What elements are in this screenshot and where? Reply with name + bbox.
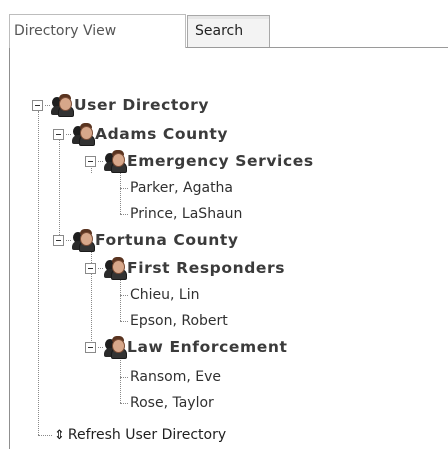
directory-tree: User Directory Adams County Emergency Se… (0, 0, 448, 449)
tree-connector (120, 355, 121, 403)
user-name: Ransom, Eve (130, 369, 222, 385)
tree-node-user-directory[interactable]: User Directory (32, 93, 209, 117)
tree-connector (38, 111, 39, 435)
tree-leaf-user[interactable]: Rose, Taylor (130, 391, 214, 415)
tree-node-label: Fortuna County (95, 231, 239, 249)
users-icon (72, 229, 95, 252)
tree-connector (98, 160, 103, 162)
tree-leaf-user[interactable]: Epson, Robert (130, 309, 228, 333)
collapse-toggle-icon[interactable] (32, 99, 43, 111)
tree-node-first-responders[interactable]: First Responders (85, 256, 285, 280)
user-name: Epson, Robert (130, 313, 228, 329)
tree-node-label: Law Enforcement (127, 338, 288, 356)
collapse-toggle-icon[interactable] (53, 234, 64, 246)
tree-connector (38, 435, 52, 436)
tree-leaf-user[interactable]: Chieu, Lin (130, 283, 200, 307)
users-icon (72, 123, 95, 146)
tree-connector (120, 279, 121, 321)
user-name: Rose, Taylor (130, 395, 214, 411)
tree-leaf-user[interactable]: Ransom, Eve (130, 365, 221, 389)
tree-connector (120, 188, 128, 189)
tree-connector (45, 104, 50, 106)
tree-node-label: Emergency Services (127, 152, 314, 170)
tree-node-fortuna-county[interactable]: Fortuna County (53, 228, 239, 252)
collapse-toggle-icon[interactable] (85, 341, 96, 353)
users-icon (104, 150, 127, 173)
tree-leaf-user[interactable]: Prince, LaShaun (130, 202, 242, 226)
tree-node-label: Adams County (95, 125, 229, 143)
users-icon (104, 257, 127, 280)
tree-node-label: User Directory (74, 96, 210, 114)
tree-connector (59, 137, 60, 241)
collapse-toggle-icon[interactable] (53, 128, 64, 140)
users-icon (51, 94, 74, 117)
up-down-arrow-icon: ⇕ (54, 427, 65, 443)
tree-connector (120, 295, 128, 296)
tree-connector (66, 239, 71, 241)
tab-directory-view[interactable]: Directory View (9, 14, 186, 48)
tree-connector (98, 346, 103, 348)
refresh-label: Refresh User Directory (67, 427, 227, 443)
user-name: Parker, Agatha (130, 180, 234, 196)
refresh-user-directory-link[interactable]: ⇕ Refresh User Directory (54, 423, 226, 447)
tree-connector (120, 403, 128, 404)
user-name: Prince, LaShaun (130, 206, 243, 222)
tree-connector (120, 214, 128, 215)
tree-node-adams-county[interactable]: Adams County (53, 122, 228, 146)
collapse-toggle-icon[interactable] (85, 262, 96, 274)
tree-connector (120, 172, 121, 214)
users-icon (104, 336, 127, 359)
tree-leaf-user[interactable]: Parker, Agatha (130, 176, 233, 200)
tree-node-label: First Responders (127, 259, 286, 277)
tree-connector (120, 377, 128, 378)
tree-node-law-enforcement[interactable]: Law Enforcement (85, 335, 288, 359)
tree-connector (120, 321, 128, 322)
collapse-toggle-icon[interactable] (85, 155, 96, 167)
tree-node-emergency-services[interactable]: Emergency Services (85, 149, 314, 173)
user-name: Chieu, Lin (130, 287, 200, 303)
tree-connector (66, 133, 71, 135)
tree-connector (98, 267, 103, 269)
